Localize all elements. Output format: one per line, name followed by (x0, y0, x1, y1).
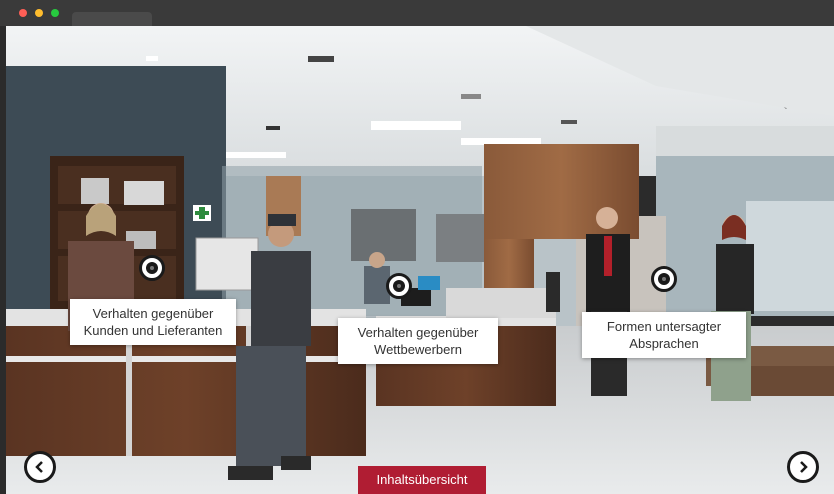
hotspot-label-agreements[interactable]: Formen untersagter Absprachen (582, 312, 746, 358)
next-button[interactable] (787, 451, 819, 483)
hotspot-pin (662, 277, 666, 281)
office-scene-image (6, 26, 834, 494)
window-minimize-button[interactable] (35, 9, 43, 17)
hotspot-pin (397, 284, 401, 288)
table-of-contents-button[interactable]: Inhaltsübersicht (358, 466, 486, 494)
hotspot-customers[interactable] (139, 255, 165, 281)
hotspot-label-competitors[interactable]: Verhalten gegenüber Wettbewerbern (338, 318, 498, 364)
window-close-button[interactable] (19, 9, 27, 17)
chevron-right-icon (800, 461, 808, 473)
scene-viewport: Verhalten gegenüber Kunden und Lieferant… (6, 26, 834, 494)
previous-button[interactable] (24, 451, 56, 483)
hotspot-competitors[interactable] (386, 273, 412, 299)
chevron-left-icon (35, 461, 43, 473)
hotspot-pin (150, 266, 154, 270)
browser-tab[interactable] (72, 12, 152, 26)
hotspot-label-customers[interactable]: Verhalten gegenüber Kunden und Lieferant… (70, 299, 236, 345)
window-zoom-button[interactable] (51, 9, 59, 17)
hotspot-agreements[interactable] (651, 266, 677, 292)
browser-titlebar (0, 0, 834, 26)
